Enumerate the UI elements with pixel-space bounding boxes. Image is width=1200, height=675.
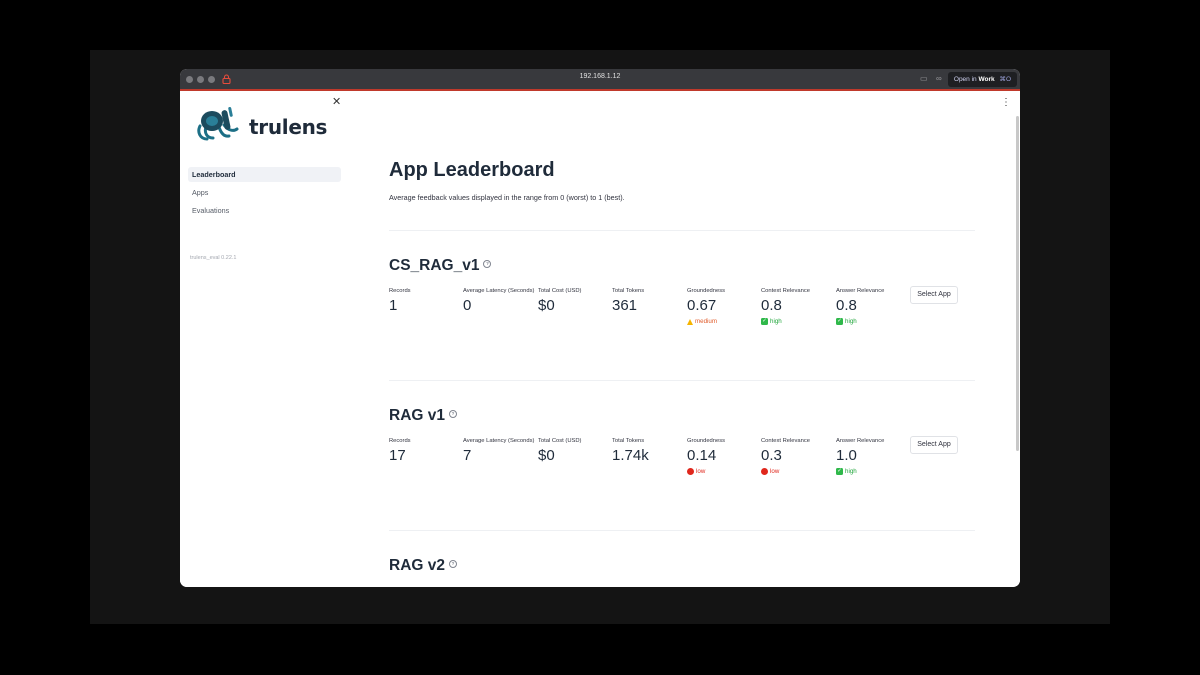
metric-latency: Average Latency (Seconds) 0 [463, 287, 535, 315]
metric-value: 0.14 [687, 447, 717, 464]
nav-item-leaderboard[interactable]: Leaderboard [188, 167, 341, 182]
divider [389, 230, 975, 231]
warning-icon [687, 318, 693, 325]
cast-icon[interactable]: ▭ [920, 75, 928, 83]
page-subtitle: Average feedback values displayed in the… [389, 193, 625, 202]
delta-text: high [845, 468, 857, 475]
sidebar: ✕ trulens Leaderboard Apps Evaluations t… [180, 91, 355, 587]
check-icon: ✓ [836, 318, 843, 325]
help-icon[interactable]: ? [449, 559, 457, 568]
metric-value: 361 [612, 297, 638, 314]
metric-value: 0.3 [761, 447, 782, 464]
browser-window: 192.168.1.12 ▭ ∞ Open in Work ⌘O ✕ trule… [180, 69, 1020, 587]
metric-label: Average Latency (Seconds) [463, 438, 535, 444]
open-in-work-button[interactable]: Open in Work ⌘O [947, 72, 1017, 87]
main-content: ⋮ App Leaderboard Average feedback value… [355, 91, 1020, 587]
metric-label: Average Latency (Seconds) [463, 288, 535, 294]
delta-text: medium [695, 318, 718, 325]
app-title: CS_RAG_v1? [389, 257, 492, 275]
link-icon[interactable]: ∞ [936, 75, 942, 83]
metric-context-relevance: Context Relevance 0.8 ✓ high [761, 287, 833, 326]
app-name: RAG v2 [389, 557, 445, 574]
trulens-logo-icon [197, 106, 239, 141]
metric-answer-relevance: Answer Relevance 0.8 ✓ high [836, 287, 908, 326]
metric-value: 0.8 [836, 297, 857, 314]
metric-label: Context Relevance [761, 438, 810, 444]
brand-name: trulens [249, 115, 328, 139]
app-name: CS_RAG_v1 [389, 257, 480, 274]
metric-records: Records 1 [389, 287, 461, 315]
metric-delta: ✓ high [836, 317, 908, 326]
metric-label: Context Relevance [761, 288, 810, 294]
metric-value: 7 [463, 447, 472, 464]
metric-groundedness: Groundedness 0.67 medium [687, 287, 759, 326]
app-title: RAG v2? [389, 557, 457, 575]
metric-label: Records [389, 288, 411, 294]
metric-delta: medium [687, 317, 759, 326]
metric-records: Records 17 [389, 437, 461, 465]
close-sidebar-icon[interactable]: ✕ [332, 97, 341, 108]
red-circle-icon [761, 468, 768, 475]
metric-label: Groundedness [687, 438, 726, 444]
metric-context-relevance: Context Relevance 0.3 low [761, 437, 833, 476]
metric-label: Total Tokens [612, 438, 645, 444]
open-in-target: Work [978, 76, 995, 83]
metric-label: Total Cost (USD) [538, 288, 582, 294]
metric-value: 0.67 [687, 297, 717, 314]
help-icon[interactable]: ? [483, 259, 492, 268]
metric-total-tokens: Total Tokens 361 [612, 287, 684, 315]
metric-value: 17 [389, 447, 406, 464]
address-bar[interactable]: 192.168.1.12 [180, 73, 1020, 80]
delta-text: low [696, 468, 706, 475]
help-icon[interactable]: ? [449, 409, 457, 418]
app-title: RAG v1? [389, 407, 457, 425]
metric-label: Records [389, 438, 411, 444]
select-app-button[interactable]: Select App [910, 436, 958, 454]
metric-delta: ✓ high [836, 467, 908, 476]
metric-value: 1.0 [836, 447, 857, 464]
metric-total-tokens: Total Tokens 1.74k [612, 437, 684, 465]
page-title: App Leaderboard [389, 159, 555, 181]
main-menu-icon[interactable]: ⋮ [1001, 98, 1011, 108]
metric-value: $0 [538, 447, 555, 464]
select-app-button[interactable]: Select App [910, 286, 958, 304]
metric-value: 0.8 [761, 297, 782, 314]
metric-groundedness: Groundedness 0.14 low [687, 437, 759, 476]
divider [389, 530, 975, 531]
metric-latency: Average Latency (Seconds) 7 [463, 437, 535, 465]
red-circle-icon [687, 468, 694, 475]
metric-label: Answer Relevance [836, 288, 885, 294]
nav-item-apps[interactable]: Apps [188, 185, 341, 200]
metric-total-cost: Total Cost (USD) $0 [538, 437, 610, 465]
metric-value: $0 [538, 297, 555, 314]
metric-delta: low [761, 467, 833, 476]
check-icon: ✓ [836, 468, 843, 475]
metric-value: 1 [389, 297, 398, 314]
app-name: RAG v1 [389, 407, 445, 424]
open-in-prefix: Open in [953, 76, 977, 83]
browser-titlebar: 192.168.1.12 ▭ ∞ Open in Work ⌘O [180, 69, 1020, 91]
delta-text: high [770, 318, 782, 325]
metric-total-cost: Total Cost (USD) $0 [538, 287, 610, 315]
metric-label: Total Cost (USD) [538, 438, 582, 444]
metric-label: Total Tokens [612, 288, 645, 294]
metric-value: 0 [463, 297, 472, 314]
metric-label: Answer Relevance [836, 438, 885, 444]
delta-text: low [770, 468, 780, 475]
metric-answer-relevance: Answer Relevance 1.0 ✓ high [836, 437, 908, 476]
delta-text: high [845, 318, 857, 325]
metric-delta: low [687, 467, 759, 476]
version-label: trulens_eval 0.22.1 [190, 255, 237, 261]
check-icon: ✓ [761, 318, 768, 325]
metric-value: 1.74k [612, 447, 649, 464]
metric-delta: ✓ high [761, 317, 833, 326]
divider [389, 380, 975, 381]
open-in-shortcut: ⌘O [999, 76, 1011, 83]
nav-item-evaluations[interactable]: Evaluations [188, 203, 341, 218]
metric-label: Groundedness [687, 288, 726, 294]
scrollbar[interactable] [1016, 116, 1019, 451]
